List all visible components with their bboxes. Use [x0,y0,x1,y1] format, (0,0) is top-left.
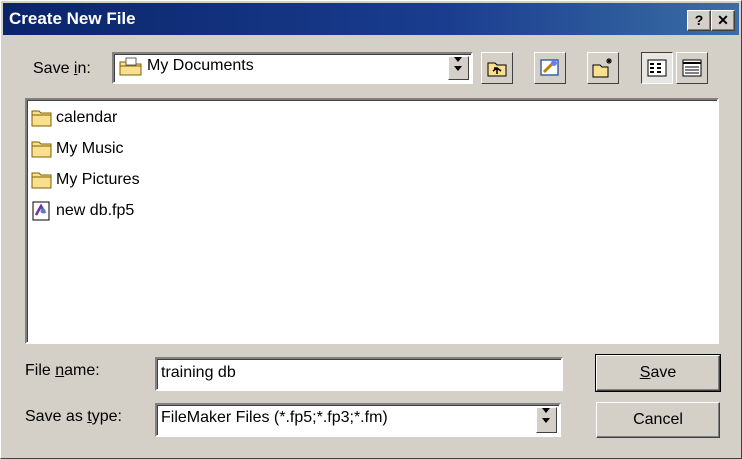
save-as-type-value: FileMaker Files (*.fp5;*.fp3;*.fm) [161,409,388,426]
help-button[interactable]: ? [687,10,711,31]
list-item[interactable]: calendar [31,107,117,129]
search-web-button[interactable] [534,52,566,84]
save-in-dropdown-arrow-icon[interactable] [448,56,469,80]
details-view-button[interactable] [676,52,708,84]
file-name-label: File name: [25,362,100,379]
save-as-type-dropdown-arrow-icon[interactable] [536,407,557,433]
list-item[interactable]: new db.fp5 [31,200,134,222]
search-web-icon [540,59,559,76]
file-name-text: My Pictures [56,171,140,188]
up-one-level-icon [487,62,507,77]
file-list[interactable]: calendar My Music My Pictures new db.fp5 [25,98,719,344]
list-view-button[interactable] [641,52,673,84]
create-new-file-dialog: Create New File ? ✕ Save in: My Document… [0,0,742,459]
save-button[interactable]: Save [595,354,721,392]
file-name-text: calendar [56,109,118,126]
dialog-title: Create New File [9,9,136,28]
close-button[interactable]: ✕ [711,10,735,31]
title-bar[interactable]: Create New File ? ✕ [3,3,739,35]
folder-icon [31,108,53,128]
file-name-value: training db [161,364,236,381]
folder-icon [31,139,53,159]
my-documents-folder-icon [119,57,143,77]
save-in-dropdown[interactable]: My Documents [112,52,473,84]
up-one-level-button[interactable] [481,52,513,84]
file-name-text: new db.fp5 [56,202,135,219]
list-item[interactable]: My Pictures [31,169,140,191]
save-in-value: My Documents [147,57,254,74]
create-new-folder-button[interactable] [587,52,619,84]
filemaker-file-icon [31,201,53,221]
cancel-button[interactable]: Cancel [596,402,720,438]
new-folder-icon [592,58,612,78]
list-view-icon [647,59,667,77]
file-name-text: My Music [56,140,124,157]
list-item[interactable]: My Music [31,138,124,160]
file-name-input[interactable]: training db [155,357,563,391]
save-as-type-dropdown[interactable]: FileMaker Files (*.fp5;*.fp3;*.fm) [155,403,561,437]
save-in-label: Save in: [33,60,91,77]
save-as-type-label: Save as type: [25,408,122,425]
folder-icon [31,170,53,190]
details-view-icon [682,59,702,77]
